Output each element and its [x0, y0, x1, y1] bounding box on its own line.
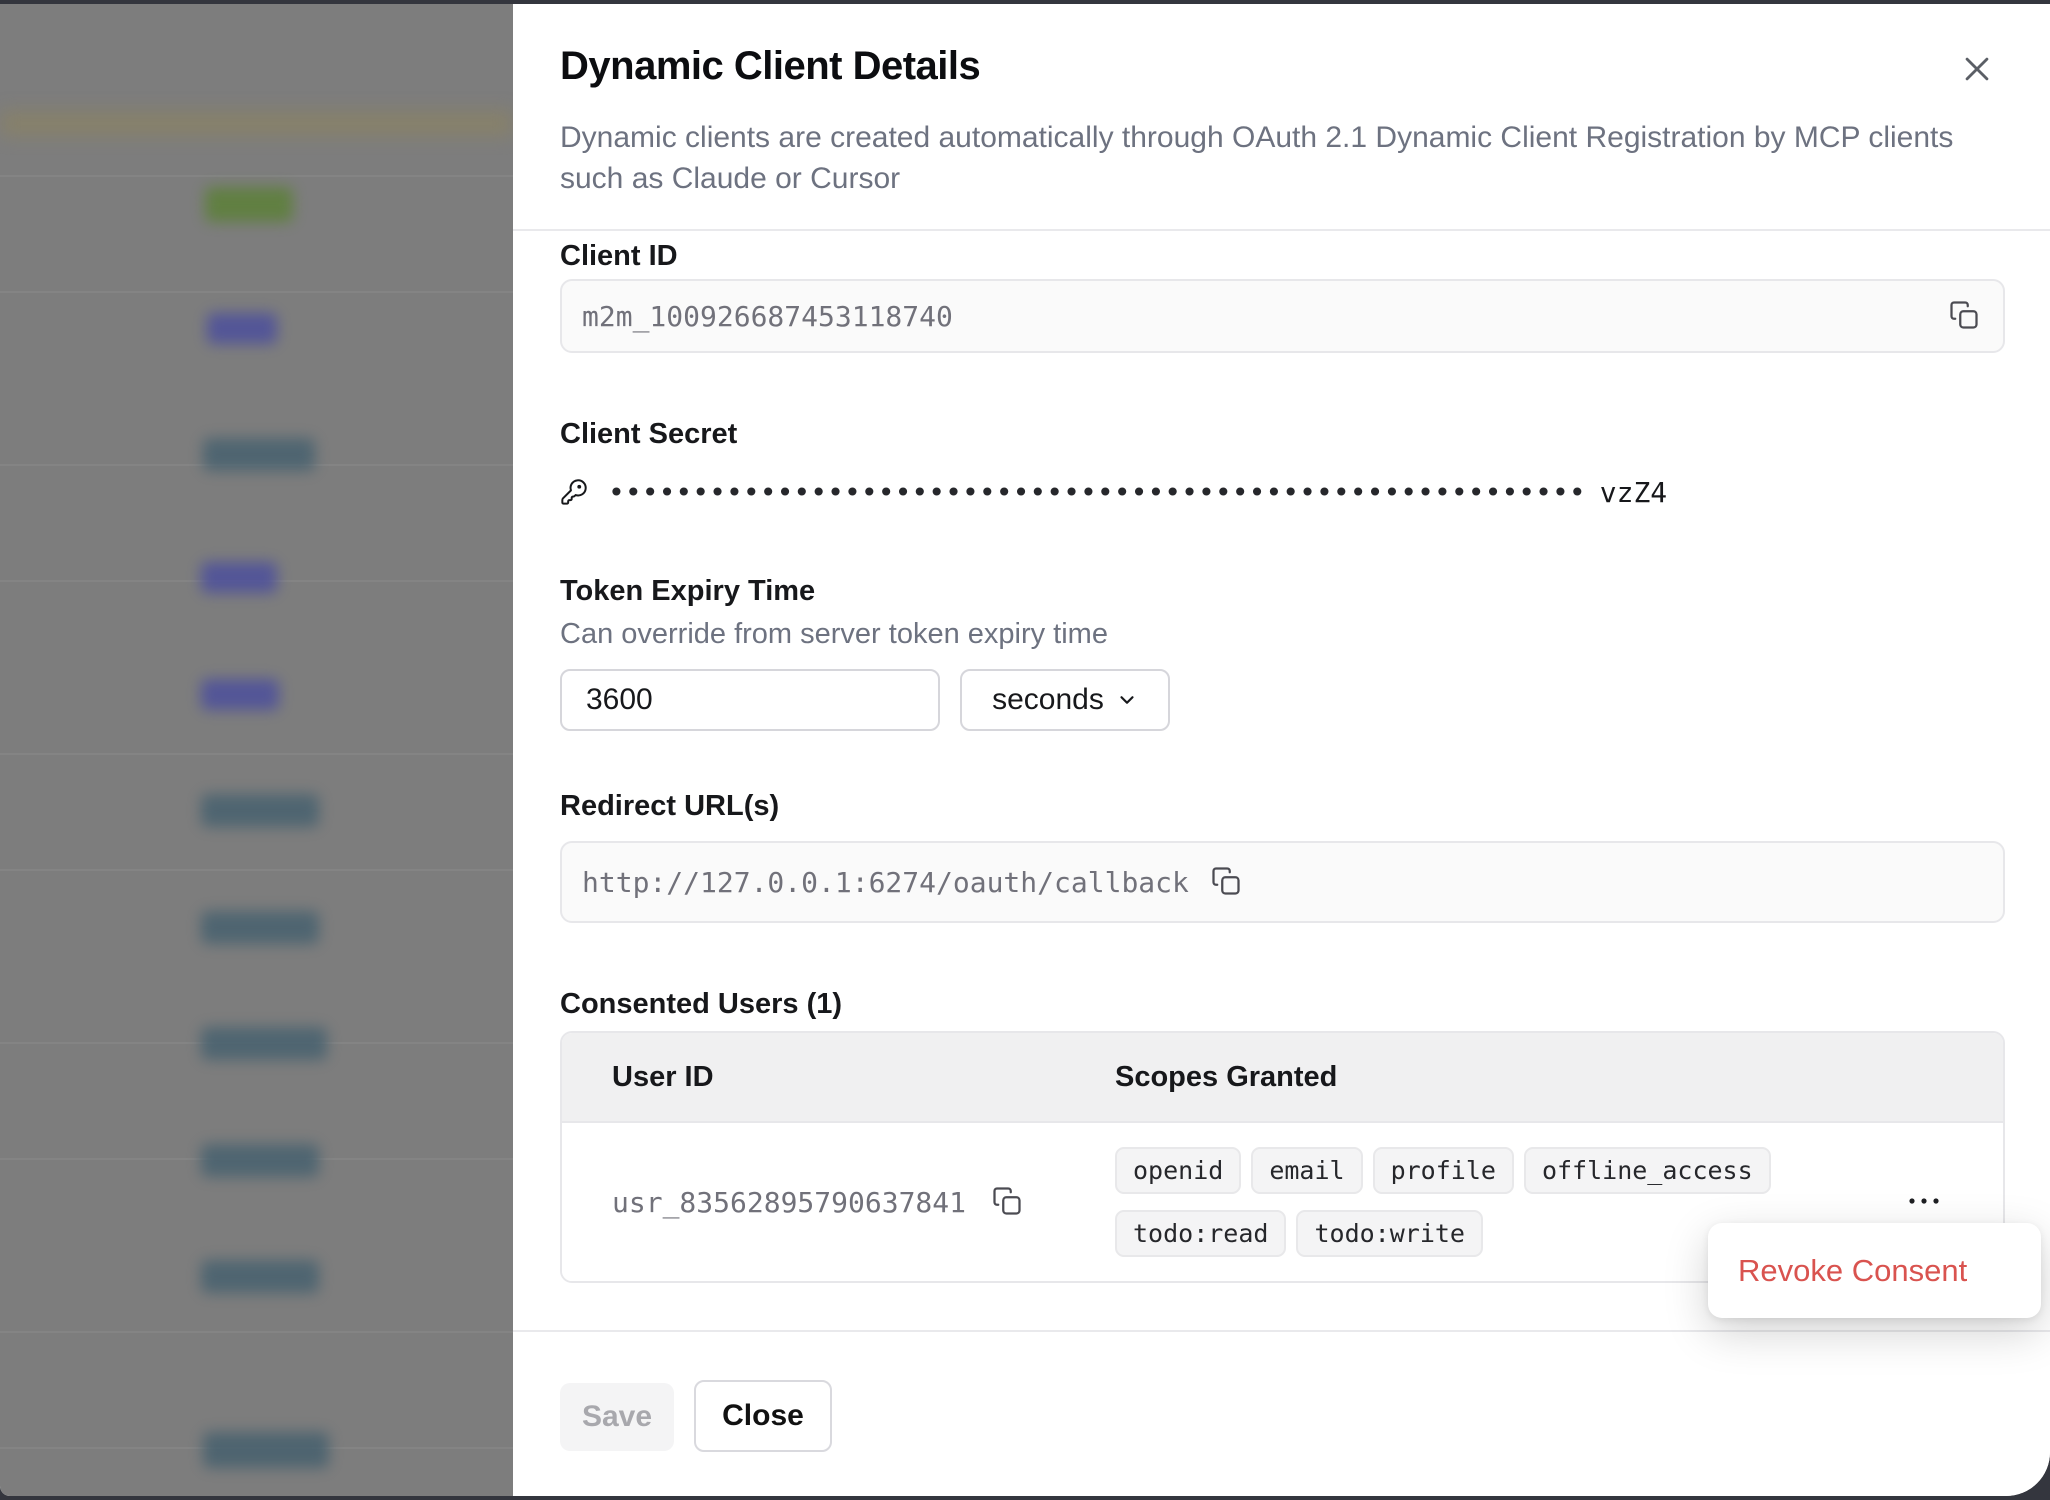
blurred-background-item — [207, 313, 277, 344]
token-expiry-section: Token Expiry Time Can override from serv… — [560, 574, 2005, 731]
scope-badge: todo:read — [1115, 1210, 1286, 1257]
redirect-urls-section: Redirect URL(s) http://127.0.0.1:6274/oa… — [560, 789, 2005, 923]
blurred-background-item — [201, 911, 319, 944]
copy-icon — [992, 1186, 1022, 1219]
scope-badge: profile — [1373, 1147, 1514, 1194]
blurred-background-item — [201, 794, 319, 827]
table-header-row: User ID Scopes Granted — [562, 1033, 2003, 1123]
drawer-description: Dynamic clients are created automaticall… — [560, 117, 1960, 199]
drawer-footer: Save Close — [513, 1330, 2050, 1496]
revoke-consent-menu-item[interactable]: Revoke Consent — [1738, 1253, 1967, 1289]
scope-badge: todo:write — [1296, 1210, 1483, 1257]
scope-badge: offline_access — [1524, 1147, 1771, 1194]
drawer-title: Dynamic Client Details — [560, 44, 1954, 89]
copy-icon — [1949, 300, 1979, 333]
modal-backdrop[interactable] — [0, 4, 513, 1496]
token-expiry-helper: Can override from server token expiry ti… — [560, 617, 2005, 651]
user-id-cell: usr_83562895790637841 — [562, 1186, 1115, 1219]
copy-user-id-button[interactable] — [992, 1186, 1022, 1219]
row-actions-button[interactable] — [1906, 1195, 1942, 1210]
client-id-value: m2m_100926687453118740 — [582, 300, 953, 333]
chevron-down-icon — [1116, 689, 1138, 711]
token-expiry-row: seconds — [560, 669, 2005, 731]
client-id-box: m2m_100926687453118740 — [560, 279, 2005, 353]
blurred-background-item — [201, 679, 279, 710]
scope-badge: openid — [1115, 1147, 1241, 1194]
close-icon — [1960, 74, 1994, 89]
token-expiry-input[interactable] — [560, 669, 940, 731]
drawer-body: Client ID m2m_100926687453118740 Client … — [513, 231, 2050, 1330]
more-horizontal-icon — [1906, 1195, 1942, 1210]
key-icon — [560, 478, 588, 506]
client-id-section: Client ID m2m_100926687453118740 — [560, 239, 2005, 353]
client-id-label: Client ID — [560, 239, 2005, 273]
blurred-background-item — [201, 1144, 319, 1177]
copy-icon — [1211, 866, 1241, 899]
blurred-background-item — [201, 1027, 327, 1060]
client-secret-row: ••••••••••••••••••••••••••••••••••••••••… — [560, 473, 2005, 511]
redirect-url-value: http://127.0.0.1:6274/oauth/callback — [582, 866, 1189, 899]
redirect-url-box: http://127.0.0.1:6274/oauth/callback — [560, 841, 2005, 923]
copy-redirect-url-button[interactable] — [1211, 866, 1241, 899]
save-button[interactable]: Save — [560, 1383, 674, 1451]
client-secret-section: Client Secret ••••••••••••••••••••••••••… — [560, 417, 2005, 511]
row-actions-menu: Revoke Consent — [1708, 1223, 2041, 1318]
column-header-scopes-granted: Scopes Granted — [1115, 1061, 1875, 1094]
token-expiry-unit-select[interactable]: seconds — [960, 669, 1170, 731]
consented-users-label: Consented Users (1) — [560, 987, 2005, 1021]
app-window: Dynamic Client Details Dynamic clients a… — [0, 4, 2050, 1496]
blurred-background-item — [203, 438, 315, 471]
blurred-background-item — [201, 562, 277, 593]
scope-badge: email — [1251, 1147, 1362, 1194]
token-expiry-unit-value: seconds — [992, 683, 1104, 717]
redirect-urls-label: Redirect URL(s) — [560, 789, 2005, 823]
token-expiry-label: Token Expiry Time — [560, 574, 2005, 608]
copy-client-id-button[interactable] — [1949, 300, 1979, 333]
close-drawer-button[interactable]: Close — [694, 1380, 832, 1452]
client-secret-suffix: vzZ4 — [1600, 476, 1667, 509]
close-button[interactable] — [1954, 46, 2000, 95]
user-id-value: usr_83562895790637841 — [612, 1186, 966, 1219]
client-secret-masked: ••••••••••••••••••••••••••••••••••••••••… — [608, 476, 1586, 509]
blurred-background-item — [203, 1432, 329, 1468]
blurred-background-band — [0, 111, 513, 136]
drawer-header: Dynamic Client Details Dynamic clients a… — [513, 4, 2050, 231]
blurred-background-item — [205, 187, 293, 222]
column-header-user-id: User ID — [562, 1061, 1115, 1094]
blurred-background-item — [201, 1260, 319, 1293]
client-secret-label: Client Secret — [560, 417, 2005, 451]
